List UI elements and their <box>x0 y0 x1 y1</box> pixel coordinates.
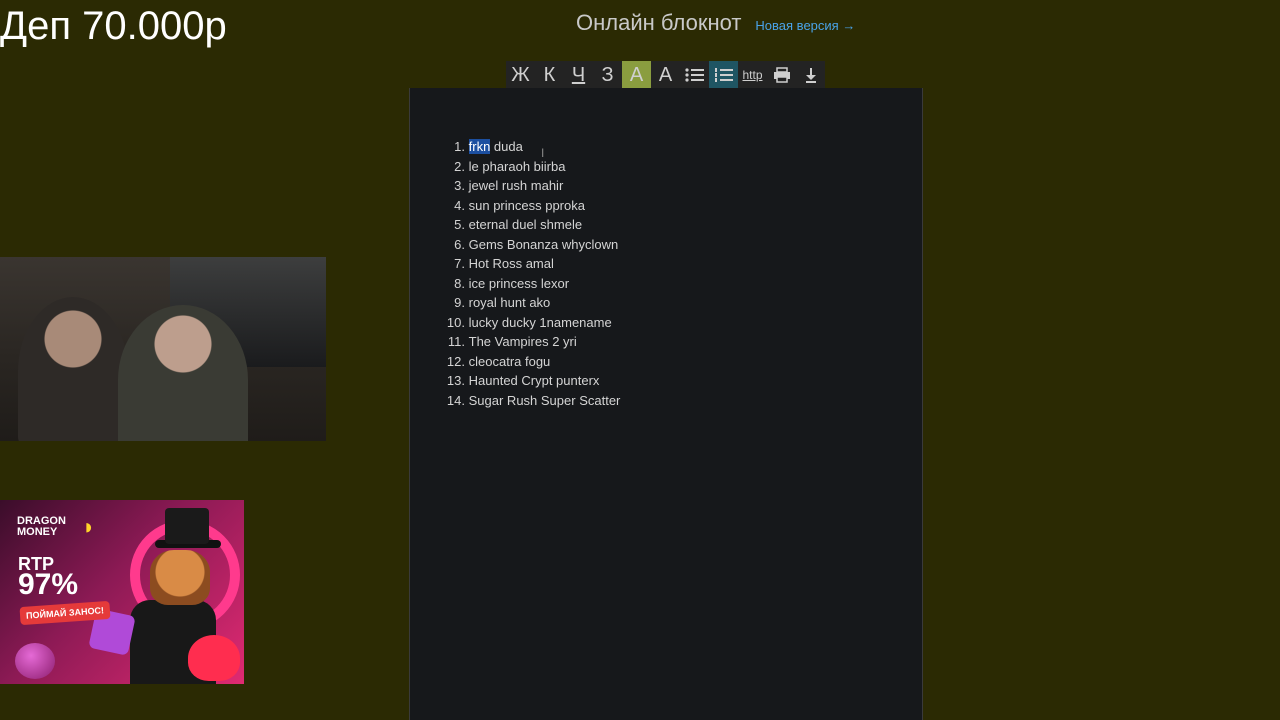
italic-icon: К <box>543 63 556 86</box>
numbered-list-button[interactable] <box>709 61 738 89</box>
list-item: 3. jewel rush mahir <box>454 178 564 193</box>
ad-heart-icon <box>188 635 240 681</box>
list-item: 7. Hot Ross amal <box>454 256 554 271</box>
bullet-list-icon <box>684 68 704 82</box>
ad-plum-icon <box>15 643 55 679</box>
list-item: 14. Sugar Rush Super Scatter <box>446 392 621 408</box>
text-cursor-icon: I <box>541 146 545 160</box>
bold-button[interactable]: Ж <box>506 61 535 89</box>
page-title: Онлайн блокнот <box>576 10 742 35</box>
print-icon <box>773 67 790 83</box>
webcam-person-left <box>18 297 128 441</box>
italic-button[interactable]: К <box>535 61 564 89</box>
strikethrough-icon: З <box>601 63 614 86</box>
formatting-toolbar: Ж К Ч З A A http <box>506 61 825 89</box>
bold-icon: Ж <box>511 63 530 86</box>
print-button[interactable] <box>767 61 796 89</box>
list-item: 2. le pharaoh biirba <box>454 158 566 174</box>
list-item: 6. Gems Bonanza whyclown <box>454 236 619 252</box>
bullet-list-button[interactable] <box>680 61 709 89</box>
strikethrough-button[interactable]: З <box>593 61 622 89</box>
numbered-list: 1. frkn duda 2. le pharaoh biirba 3. jew… <box>438 137 620 410</box>
underline-icon: Ч <box>571 63 586 86</box>
webcam-overlay <box>0 257 326 441</box>
ad-top-hat <box>165 508 209 544</box>
list-item: 4. sun princess pproka <box>454 197 585 213</box>
link-icon: http <box>742 68 763 82</box>
numbered-list-icon <box>714 68 733 82</box>
list-item: 5. eternal duel shmele <box>454 217 583 232</box>
ad-banana-icon: ◗ <box>82 514 96 539</box>
list-item: 10. lucky ducky 1namename <box>446 314 612 330</box>
underline-button[interactable]: Ч <box>564 61 593 89</box>
ad-mascot-head <box>150 550 210 605</box>
list-item: 1. frkn duda <box>454 139 523 154</box>
download-icon <box>805 68 816 83</box>
ad-brand-logo: DRAGON MONEY <box>17 515 66 538</box>
stream-overlay-title: Деп 70.000р <box>0 4 227 48</box>
page-header: Онлайн блокнот Новая версия → <box>576 10 855 36</box>
new-version-link[interactable]: Новая версия → <box>755 18 855 33</box>
ad-rtp-value: 97% <box>18 568 79 601</box>
list-item: 13. Haunted Crypt punterx <box>446 373 600 388</box>
link-button[interactable]: http <box>738 61 767 89</box>
list-item: 12. cleocatra fogu <box>446 353 551 369</box>
highlight-icon: A <box>629 63 644 86</box>
highlight-button[interactable]: A <box>622 61 651 89</box>
text-color-button[interactable]: A <box>651 61 680 89</box>
list-item: 8. ice princess lexor <box>454 275 570 291</box>
notepad-editor[interactable]: 1. frkn duda 2. le pharaoh biirba 3. jew… <box>409 88 923 720</box>
casino-ad-banner[interactable]: DRAGON MONEY ◗ RTP 97% ПОЙМАЙ ЗАНОС! <box>0 500 244 684</box>
list-item: 9. royal hunt ako <box>454 295 551 310</box>
download-button[interactable] <box>796 61 825 89</box>
list-item: 11. The Vampires 2 yri <box>447 334 577 349</box>
text-color-icon: A <box>658 63 673 86</box>
text-selection: frkn <box>468 139 491 154</box>
